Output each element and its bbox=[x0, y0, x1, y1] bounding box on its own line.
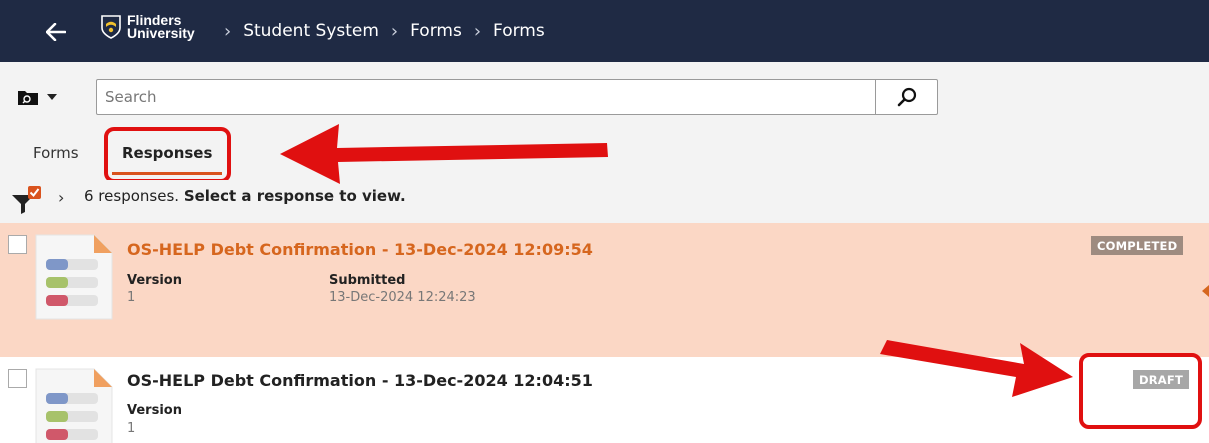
status-badge: COMPLETED bbox=[1091, 236, 1184, 255]
submitted-label: Submitted bbox=[329, 273, 406, 288]
response-title[interactable]: OS-HELP Debt Confirmation - 13-Dec-2024 … bbox=[127, 371, 593, 390]
version-label: Version bbox=[127, 403, 182, 418]
caret-down-icon bbox=[47, 94, 57, 100]
summary-text: 6 responses. Select a response to view. bbox=[84, 187, 406, 205]
folder-search-icon bbox=[18, 91, 38, 105]
response-title[interactable]: OS-HELP Debt Confirmation - 13-Dec-2024 … bbox=[127, 240, 593, 259]
search-box bbox=[96, 79, 938, 115]
search-icon bbox=[897, 87, 916, 107]
chevron-right-icon: › bbox=[224, 20, 232, 42]
breadcrumb: › Student System › Forms › Forms bbox=[212, 0, 545, 62]
summary-instruction: Select a response to view. bbox=[183, 187, 406, 205]
chevron-right-icon: › bbox=[473, 20, 482, 42]
tab-forms[interactable]: Forms bbox=[33, 144, 79, 162]
selected-row-marker bbox=[1202, 285, 1209, 297]
response-checkbox[interactable] bbox=[8, 235, 27, 254]
arrow-left-icon bbox=[46, 23, 66, 41]
filter-icon[interactable] bbox=[10, 183, 46, 215]
expand-filter-chevron-icon[interactable]: › bbox=[58, 188, 64, 207]
form-document-icon bbox=[35, 368, 113, 443]
search-input[interactable] bbox=[97, 80, 875, 114]
submitted-value: 13-Dec-2024 12:24:23 bbox=[329, 290, 476, 305]
response-list-item[interactable]: OS-HELP Debt Confirmation - 13-Dec-2024 … bbox=[0, 357, 1209, 443]
folder-search-dropdown[interactable] bbox=[17, 84, 77, 110]
back-button[interactable] bbox=[40, 16, 72, 48]
response-checkbox[interactable] bbox=[8, 369, 27, 388]
breadcrumb-student-system[interactable]: Student System bbox=[243, 21, 379, 41]
response-list-item[interactable]: OS-HELP Debt Confirmation - 13-Dec-2024 … bbox=[0, 223, 1209, 357]
annotation-highlight-responses bbox=[104, 127, 231, 183]
breadcrumb-forms-current[interactable]: Forms bbox=[493, 21, 545, 41]
chevron-right-icon: › bbox=[390, 20, 399, 42]
university-logo[interactable]: Flinders University bbox=[100, 13, 195, 41]
university-shield-icon bbox=[101, 15, 121, 39]
annotation-highlight-draft bbox=[1079, 353, 1202, 429]
logo-line-2: University bbox=[127, 25, 195, 41]
version-value: 1 bbox=[127, 421, 136, 436]
version-value: 1 bbox=[127, 290, 136, 305]
form-document-icon bbox=[35, 234, 113, 320]
version-label: Version bbox=[127, 273, 182, 288]
breadcrumb-forms[interactable]: Forms bbox=[410, 21, 462, 41]
search-button[interactable] bbox=[875, 80, 937, 114]
response-count: 6 responses. bbox=[84, 187, 180, 205]
